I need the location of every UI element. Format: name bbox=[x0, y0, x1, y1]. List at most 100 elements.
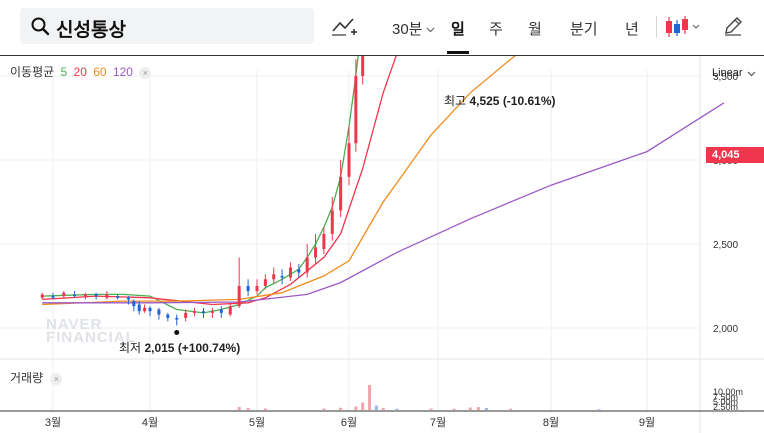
candle-body bbox=[314, 247, 318, 258]
low-prefix: 최저 bbox=[119, 341, 142, 355]
candle-body bbox=[339, 176, 343, 211]
candle-body bbox=[288, 267, 292, 278]
volume-legend: 거래량 × bbox=[10, 369, 63, 386]
candle-body bbox=[157, 309, 161, 315]
candle-body bbox=[51, 296, 55, 298]
volume-bar bbox=[361, 402, 365, 410]
candle-body bbox=[347, 143, 351, 177]
candle-body bbox=[132, 301, 136, 307]
y-tick-label: 2,000 bbox=[713, 324, 738, 335]
x-tick-label: 3월 bbox=[45, 416, 61, 429]
candle-body bbox=[210, 311, 214, 313]
candlestick-icon[interactable] bbox=[663, 14, 703, 40]
candle-body bbox=[354, 76, 358, 144]
volume-bar bbox=[354, 406, 358, 410]
x-tick-label: 6월 bbox=[341, 416, 357, 429]
candle-body bbox=[193, 311, 197, 313]
x-tick-label: 5월 bbox=[249, 416, 265, 429]
candle-body bbox=[143, 307, 147, 312]
ma-20-line bbox=[42, 56, 397, 306]
candle-body bbox=[148, 307, 152, 312]
candle-body bbox=[305, 257, 309, 273]
candle-body bbox=[73, 294, 77, 297]
chevron-down-icon bbox=[426, 27, 434, 33]
price-chart[interactable]: 3월4월5월6월7월8월9월2,0002,5003,0003,5004,0004… bbox=[0, 56, 764, 433]
high-value: 4,525 bbox=[469, 94, 500, 108]
candle-body bbox=[280, 275, 284, 278]
tab-quarter[interactable]: 분기 bbox=[570, 18, 598, 39]
candle-body bbox=[137, 304, 141, 312]
high-change: (-10.61%) bbox=[502, 94, 556, 108]
last-price-tag: 4,045 bbox=[706, 147, 764, 163]
candle-body bbox=[83, 294, 87, 297]
candle-body bbox=[40, 294, 44, 298]
candle-body bbox=[219, 309, 223, 313]
low-marker bbox=[174, 329, 180, 335]
volume-bar bbox=[339, 407, 343, 410]
volume-bar bbox=[597, 409, 601, 410]
low-annotation: 최저 2,015 (+100.74%) bbox=[119, 339, 240, 356]
volume-bar bbox=[484, 408, 488, 410]
volume-bar bbox=[509, 408, 513, 410]
tab-month[interactable]: 월 bbox=[528, 18, 542, 39]
close-icon[interactable]: × bbox=[139, 66, 152, 79]
close-icon[interactable]: × bbox=[50, 372, 63, 385]
toolbar: 신성통상 30분 일 주 월 분기 년 bbox=[0, 0, 764, 55]
candle-body bbox=[116, 296, 120, 298]
ma-20-label: 20 bbox=[73, 65, 87, 79]
search-query[interactable]: 신성통상 bbox=[56, 15, 126, 42]
volume-bar bbox=[395, 408, 399, 410]
volume-panel-title: 거래량 bbox=[10, 371, 44, 385]
volume-bar bbox=[263, 408, 267, 410]
candle-body bbox=[126, 297, 130, 300]
x-tick-label: 8월 bbox=[543, 416, 559, 429]
y-tick-label: 2,500 bbox=[713, 240, 738, 251]
candle-body bbox=[246, 286, 250, 292]
high-annotation: 최고 4,525 (-10.61%) bbox=[444, 92, 556, 109]
scale-toggle[interactable]: Linear bbox=[712, 67, 743, 79]
tab-week[interactable]: 주 bbox=[489, 18, 503, 39]
ma-120-label: 120 bbox=[112, 65, 133, 79]
volume-bar bbox=[452, 408, 456, 410]
volume-bar bbox=[246, 408, 250, 410]
high-prefix: 최고 bbox=[444, 94, 467, 108]
volume-bar bbox=[374, 405, 378, 410]
interval-select[interactable]: 30분 bbox=[392, 18, 435, 39]
candle-body bbox=[94, 294, 98, 297]
candle-body bbox=[330, 210, 334, 234]
volume-bar bbox=[381, 408, 385, 410]
x-tick-label: 9월 bbox=[639, 416, 655, 429]
pencil-icon[interactable] bbox=[722, 15, 744, 37]
candle-body bbox=[361, 56, 365, 76]
candle-body bbox=[62, 292, 66, 297]
ma-60-label: 60 bbox=[93, 65, 107, 79]
volume-bar bbox=[237, 407, 241, 410]
ma-5-label: 5 bbox=[60, 65, 68, 79]
candle-body bbox=[184, 312, 188, 318]
tab-year[interactable]: 년 bbox=[625, 18, 639, 39]
indicator-name: 이동평균 bbox=[10, 65, 55, 79]
x-tick-label: 4월 bbox=[142, 416, 158, 429]
candle-body bbox=[322, 233, 326, 250]
chart-type-icon[interactable] bbox=[330, 14, 358, 38]
low-change: (+100.74%) bbox=[177, 341, 241, 355]
candle-body bbox=[272, 274, 276, 280]
tab-day[interactable]: 일 bbox=[451, 18, 465, 39]
active-tab-indicator bbox=[447, 51, 469, 54]
x-tick-label: 7월 bbox=[430, 416, 446, 429]
volume-bar bbox=[468, 407, 472, 410]
search-icon[interactable] bbox=[30, 16, 50, 36]
candle-body bbox=[228, 306, 232, 315]
moving-average-legend: 이동평균 5 20 60 120 × bbox=[10, 63, 154, 80]
low-value: 2,015 bbox=[144, 341, 175, 355]
candle-body bbox=[263, 279, 267, 286]
volume-bar bbox=[322, 408, 326, 410]
interval-label: 30분 bbox=[392, 21, 423, 38]
candle-body bbox=[105, 294, 109, 298]
candle-body bbox=[237, 286, 241, 307]
volume-bar bbox=[429, 408, 433, 410]
candle-body bbox=[175, 317, 179, 320]
search-box[interactable]: 신성통상 bbox=[20, 8, 314, 44]
chevron-down-icon[interactable] bbox=[747, 70, 756, 78]
volume-tick-label: 2.50m bbox=[713, 402, 738, 412]
